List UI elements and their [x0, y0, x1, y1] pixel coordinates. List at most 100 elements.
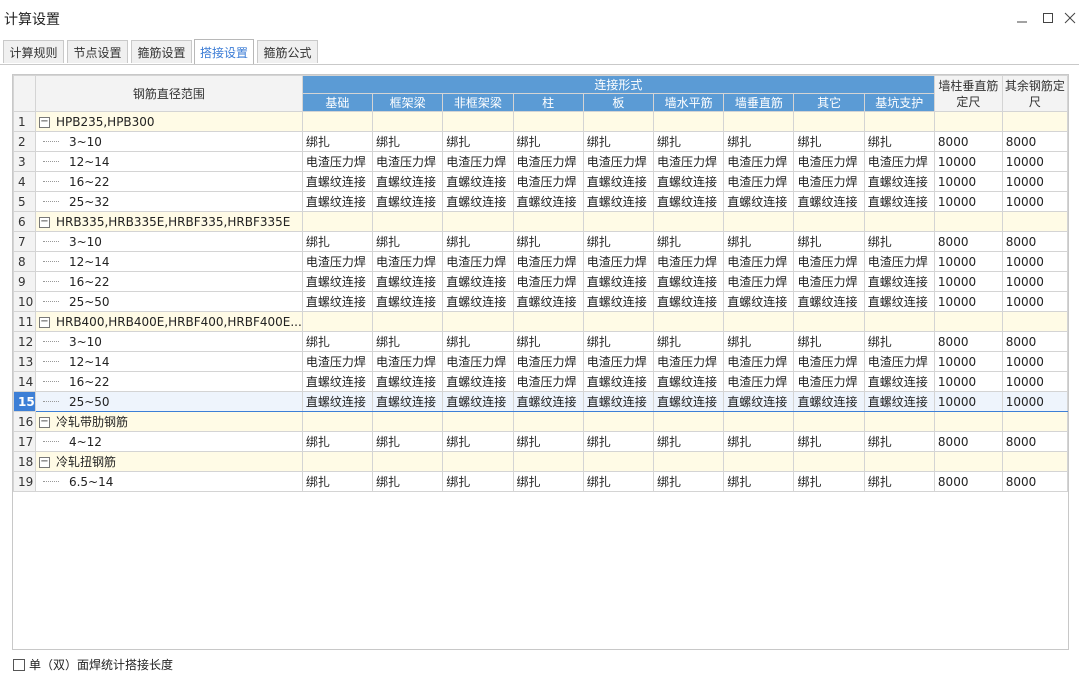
cell-slab[interactable]: 绑扎	[582, 431, 654, 452]
header-pit-support[interactable]: 基坑支护	[863, 93, 935, 112]
group-row[interactable]: 18− 冷轧扭钢筋	[13, 451, 1068, 472]
cell-wall-column-length[interactable]: 10000	[933, 151, 1003, 172]
cell-other-length[interactable]: 10000	[1001, 151, 1068, 172]
tab-stirrup-settings[interactable]: 箍筋设置	[131, 40, 192, 63]
cell-wall-horizontal[interactable]: 直螺纹连接	[652, 271, 725, 292]
cell-wall-horizontal[interactable]: 直螺纹连接	[652, 171, 725, 192]
cell-slab[interactable]: 电渣压力焊	[582, 351, 654, 372]
table-row[interactable]: 17 4~12 绑扎 绑扎 绑扎 绑扎 绑扎 绑扎 绑扎 绑扎 绑扎 8000 8000	[13, 431, 1068, 452]
cell-frame-beam[interactable]: 绑扎	[372, 131, 444, 152]
cell-slab[interactable]: 电渣压力焊	[582, 251, 654, 272]
cell-other-length[interactable]: 10000	[1001, 191, 1068, 212]
cell-other-length[interactable]	[1001, 311, 1068, 332]
cell-slab[interactable]: 直螺纹连接	[582, 291, 654, 312]
cell-nonframe-beam[interactable]: 直螺纹连接	[442, 191, 514, 212]
cell-frame-beam[interactable]: 电渣压力焊	[372, 251, 444, 272]
cell-wall-horizontal[interactable]	[652, 451, 725, 472]
diameter-range-cell[interactable]: 16~22	[34, 371, 303, 392]
header-wall-column-length[interactable]: 墙柱垂直筋定尺	[933, 75, 1003, 112]
cell-wall-vertical[interactable]: 绑扎	[723, 471, 795, 492]
cell-other[interactable]: 直螺纹连接	[793, 191, 865, 212]
table-row[interactable]: 2 3~10 绑扎 绑扎 绑扎 绑扎 绑扎 绑扎 绑扎 绑扎 绑扎 8000 8000	[13, 131, 1068, 152]
cell-other-length[interactable]	[1001, 211, 1068, 232]
tab-node-settings[interactable]: 节点设置	[67, 40, 128, 63]
cell-wall-column-length[interactable]: 10000	[933, 391, 1003, 412]
table-row[interactable]: 7 3~10 绑扎 绑扎 绑扎 绑扎 绑扎 绑扎 绑扎 绑扎 绑扎 8000 8000	[13, 231, 1068, 252]
row-number[interactable]: 4	[13, 171, 36, 192]
cell-other[interactable]: 绑扎	[793, 471, 865, 492]
cell-slab[interactable]: 直螺纹连接	[582, 171, 654, 192]
row-number[interactable]: 8	[13, 251, 36, 272]
cell-frame-beam[interactable]	[372, 111, 444, 132]
cell-wall-column-length[interactable]: 10000	[933, 371, 1003, 392]
group-name-cell[interactable]: − 冷轧扭钢筋	[34, 451, 303, 472]
cell-slab[interactable]	[582, 411, 654, 432]
cell-frame-beam[interactable]: 绑扎	[372, 331, 444, 352]
cell-column[interactable]	[512, 411, 584, 432]
tab-calc-rules[interactable]: 计算规则	[3, 40, 64, 63]
diameter-range-cell[interactable]: 3~10	[34, 331, 303, 352]
cell-frame-beam[interactable]	[372, 211, 444, 232]
table-row[interactable]: 8 12~14 电渣压力焊 电渣压力焊 电渣压力焊 电渣压力焊 电渣压力焊 电渣压力焊 电渣压力…	[13, 251, 1068, 272]
cell-other-length[interactable]: 10000	[1001, 171, 1068, 192]
cell-wall-column-length[interactable]: 10000	[933, 171, 1003, 192]
cell-nonframe-beam[interactable]	[442, 311, 514, 332]
cell-other[interactable]	[793, 451, 865, 472]
cell-wall-vertical[interactable]: 电渣压力焊	[723, 271, 795, 292]
cell-frame-beam[interactable]: 电渣压力焊	[372, 151, 444, 172]
cell-frame-beam[interactable]: 直螺纹连接	[372, 291, 444, 312]
table-row[interactable]: 9 16~22 直螺纹连接 直螺纹连接 直螺纹连接 电渣压力焊 直螺纹连接 直螺纹连接 电渣压力…	[13, 271, 1068, 292]
diameter-range-cell[interactable]: 3~10	[34, 131, 303, 152]
cell-slab[interactable]: 绑扎	[582, 131, 654, 152]
row-number[interactable]: 7	[13, 231, 36, 252]
group-row[interactable]: 16− 冷轧带肋钢筋	[13, 411, 1068, 432]
row-number[interactable]: 15	[13, 391, 36, 412]
table-row[interactable]: 13 12~14 电渣压力焊 电渣压力焊 电渣压力焊 电渣压力焊 电渣压力焊 电渣压力焊 电渣压…	[13, 351, 1068, 372]
cell-foundation[interactable]: 绑扎	[301, 231, 374, 252]
cell-pit-support[interactable]: 直螺纹连接	[863, 191, 935, 212]
cell-slab[interactable]: 直螺纹连接	[582, 191, 654, 212]
cell-column[interactable]: 电渣压力焊	[512, 151, 584, 172]
cell-slab[interactable]	[582, 311, 654, 332]
cell-wall-column-length[interactable]	[933, 311, 1003, 332]
cell-column[interactable]: 电渣压力焊	[512, 251, 584, 272]
cell-pit-support[interactable]: 直螺纹连接	[863, 271, 935, 292]
cell-wall-column-length[interactable]: 8000	[933, 331, 1003, 352]
cell-wall-column-length[interactable]: 10000	[933, 271, 1003, 292]
group-row[interactable]: 6− HRB335,HRB335E,HRBF335,HRBF335E	[13, 211, 1068, 232]
header-wall-horizontal[interactable]: 墙水平筋	[652, 93, 725, 112]
cell-wall-vertical[interactable]	[723, 211, 795, 232]
cell-column[interactable]: 绑扎	[512, 231, 584, 252]
cell-pit-support[interactable]: 直螺纹连接	[863, 171, 935, 192]
cell-wall-horizontal[interactable]: 直螺纹连接	[652, 291, 725, 312]
collapse-minus-icon[interactable]: −	[38, 316, 50, 328]
cell-nonframe-beam[interactable]	[442, 451, 514, 472]
cell-other-length[interactable]: 8000	[1001, 131, 1068, 152]
cell-pit-support[interactable]: 电渣压力焊	[863, 151, 935, 172]
diameter-range-cell[interactable]: 6.5~14	[34, 471, 303, 492]
cell-other[interactable]: 电渣压力焊	[793, 151, 865, 172]
cell-nonframe-beam[interactable]: 电渣压力焊	[442, 151, 514, 172]
diameter-range-cell[interactable]: 25~32	[34, 191, 303, 212]
table-row[interactable]: 4 16~22 直螺纹连接 直螺纹连接 直螺纹连接 电渣压力焊 直螺纹连接 直螺纹连接 电渣压力…	[13, 171, 1068, 192]
row-number[interactable]: 14	[13, 371, 36, 392]
collapse-minus-icon[interactable]: −	[38, 116, 50, 128]
cell-other[interactable]	[793, 111, 865, 132]
cell-wall-vertical[interactable]: 电渣压力焊	[723, 251, 795, 272]
cell-wall-horizontal[interactable]	[652, 311, 725, 332]
cell-other[interactable]: 电渣压力焊	[793, 251, 865, 272]
cell-column[interactable]: 电渣压力焊	[512, 351, 584, 372]
cell-nonframe-beam[interactable]: 电渣压力焊	[442, 251, 514, 272]
cell-wall-vertical[interactable]: 直螺纹连接	[723, 291, 795, 312]
cell-wall-column-length[interactable]	[933, 451, 1003, 472]
cell-column[interactable]	[512, 111, 584, 132]
cell-other-length[interactable]: 8000	[1001, 471, 1068, 492]
cell-foundation[interactable]: 绑扎	[301, 471, 374, 492]
cell-pit-support[interactable]	[863, 311, 935, 332]
cell-wall-column-length[interactable]	[933, 111, 1003, 132]
cell-wall-horizontal[interactable]: 绑扎	[652, 131, 725, 152]
cell-other[interactable]: 绑扎	[793, 131, 865, 152]
cell-wall-vertical[interactable]: 电渣压力焊	[723, 351, 795, 372]
cell-nonframe-beam[interactable]	[442, 211, 514, 232]
cell-pit-support[interactable]	[863, 211, 935, 232]
